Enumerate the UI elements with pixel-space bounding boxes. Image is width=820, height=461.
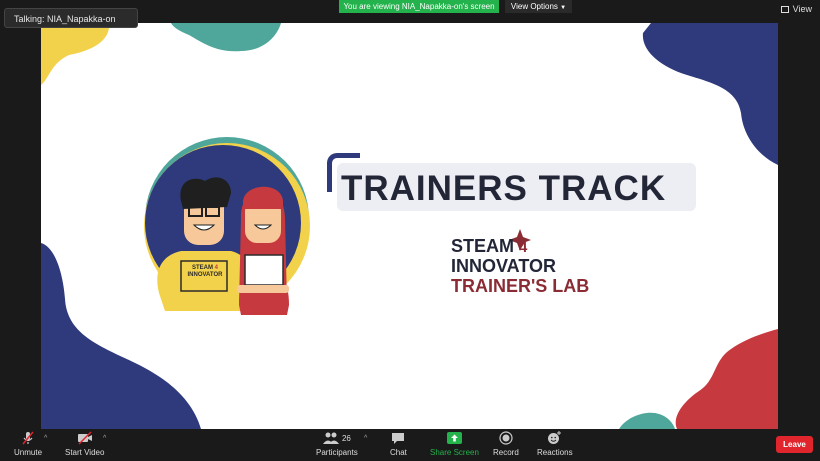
record-label: Record — [493, 448, 519, 457]
unmute-label: Unmute — [14, 448, 43, 457]
chat-label: Chat — [390, 448, 407, 457]
logo-innovator: INNOVATOR — [451, 256, 557, 276]
logo-steam-text: STEAM — [451, 236, 514, 256]
leave-button[interactable]: Leave — [776, 436, 813, 453]
start-video-button[interactable]: Start Video — [65, 431, 104, 457]
boy-hair — [180, 177, 231, 209]
talking-indicator: Talking: NIA_Napakka-on — [4, 8, 138, 28]
red-blob-bottomright — [675, 329, 778, 429]
shirt-number: 4 — [214, 265, 218, 271]
share-screen-button[interactable]: Share Screen — [430, 431, 479, 457]
audio-options-caret[interactable]: ^ — [44, 435, 47, 442]
shirt-logo: STEAM 4 INNOVATOR — [186, 265, 224, 279]
reactions-icon — [547, 431, 562, 445]
teal-blob-top — [171, 23, 281, 52]
girl-hands — [237, 285, 289, 293]
view-options-button[interactable]: View Options ▼ — [505, 0, 572, 13]
chevron-down-icon: ▼ — [560, 5, 567, 11]
viewing-banner: You are viewing NIA_Napakka-on's screen — [339, 0, 499, 13]
share-screen-label: Share Screen — [430, 448, 479, 457]
chat-icon — [391, 431, 405, 445]
share-screen-icon — [446, 431, 462, 445]
chat-button[interactable]: Chat — [390, 431, 407, 457]
reactions-button[interactable]: Reactions — [537, 431, 573, 457]
girl-tablet — [244, 254, 284, 286]
unmute-button[interactable]: Unmute — [14, 431, 42, 457]
logo-number: 4 — [519, 239, 528, 256]
microphone-muted-icon — [21, 431, 35, 445]
shared-screen: STEAM 4 INNOVATOR TRAINERS TRACK STEAM 4… — [41, 23, 778, 429]
participants-label: Participants — [316, 448, 358, 457]
view-button[interactable]: View — [780, 4, 812, 14]
logo-steam: STEAM 4 — [451, 236, 527, 257]
shirt-text-1: STEAM — [191, 265, 213, 271]
participants-button[interactable]: 26 Participants — [316, 431, 358, 457]
participants-icon: 26 — [322, 431, 351, 445]
shirt-text-2: INNOVATOR — [187, 272, 223, 278]
view-grid-icon — [780, 5, 789, 13]
teal-blob-bottomright — [619, 412, 675, 429]
meeting-toolbar: Unmute ^ Start Video ^ 26 Participants ^ — [0, 429, 820, 461]
start-video-label: Start Video — [65, 448, 105, 457]
participants-options-caret[interactable]: ^ — [364, 435, 367, 442]
slide-title: TRAINERS TRACK — [341, 169, 667, 208]
yellow-blob-topleft — [41, 23, 110, 85]
navy-blob-topright — [642, 23, 778, 165]
slide-background — [41, 23, 778, 429]
participants-count: 26 — [341, 433, 351, 443]
logo-trainers-lab: TRAINER'S LAB — [451, 276, 590, 296]
video-options-caret[interactable]: ^ — [103, 435, 106, 442]
record-button[interactable]: Record — [493, 431, 519, 457]
reactions-label: Reactions — [537, 448, 573, 457]
video-off-icon — [77, 431, 93, 445]
view-label: View — [792, 4, 812, 14]
record-icon — [499, 431, 513, 445]
view-options-label: View Options — [510, 2, 558, 11]
